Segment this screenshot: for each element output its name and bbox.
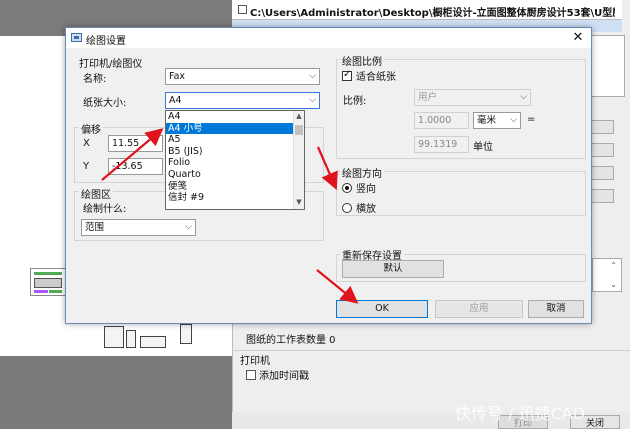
plot-what-label: 绘制什么: <box>83 204 127 215</box>
scroll-down-icon[interactable]: ▼ <box>294 198 304 208</box>
printer-name-label: 名称: <box>83 74 107 85</box>
paper-size-label: 纸张大小: <box>83 98 127 109</box>
dialog-title: 绘图设置 <box>86 36 126 47</box>
printer-group-label: 打印机/绘图仪 <box>79 59 143 70</box>
paper-option-selected[interactable]: A4 小号 <box>166 122 304 135</box>
unit-value: 毫米 <box>477 115 497 126</box>
side-button[interactable] <box>590 120 614 134</box>
checkbox-checked-icon[interactable] <box>342 69 352 81</box>
chevron-down-icon: ⌵ <box>510 115 517 125</box>
paper-size-value: A4 <box>169 95 182 106</box>
dropdown-scrollbar[interactable]: ▲ ▼ <box>293 111 304 209</box>
printer-group-label: 打印机 <box>240 356 270 367</box>
close-icon[interactable]: ✕ <box>571 30 585 46</box>
paper-option[interactable]: Quarto <box>166 169 304 181</box>
printer-name-value: Fax <box>169 71 186 82</box>
landscape-radio[interactable]: 横放 <box>342 200 376 215</box>
paper-option[interactable]: A4 <box>166 111 304 123</box>
timestamp-checkbox[interactable]: 添加时间戳 <box>246 367 309 382</box>
file-path: C:\Users\Administrator\Desktop\橱柜设计-立面图整… <box>250 8 615 19</box>
printer-name-select[interactable]: Fax ⌵ <box>165 68 320 85</box>
offset-group-label: 偏移 <box>79 121 103 136</box>
paper-option[interactable]: 便笺 <box>166 181 304 193</box>
drawing-thumbnail-row <box>96 322 206 352</box>
scroll-thumb[interactable] <box>295 125 303 135</box>
portrait-label: 竖向 <box>356 184 376 195</box>
offset-x-label: X <box>83 138 90 149</box>
worksheet-count: 图纸的工作表数量 0 <box>246 335 336 346</box>
paper-option[interactable]: A5 <box>166 134 304 146</box>
radio-unselected-icon[interactable] <box>342 202 352 213</box>
offset-y-input[interactable]: -13.65 <box>108 158 163 175</box>
offset-y-label: Y <box>83 161 90 172</box>
side-button[interactable] <box>590 189 614 203</box>
portrait-radio[interactable]: 竖向 <box>342 180 376 195</box>
plot-settings-dialog: 绘图设置 ✕ 打印机/绘图仪 名称: Fax ⌵ 纸张大小: A4 ⌵ 偏移 X… <box>65 27 592 324</box>
drawing-thumbnail <box>30 268 66 296</box>
apply-button[interactable]: 应用 <box>435 300 523 318</box>
orientation-group-label: 绘图方向 <box>340 165 384 180</box>
default-button[interactable]: 默认 <box>342 260 444 278</box>
ratio-label: 比例: <box>343 96 367 107</box>
spin-down-icon[interactable]: ⌄ <box>610 280 617 289</box>
dialog-titlebar[interactable]: 绘图设置 ✕ <box>66 28 591 48</box>
paper-option[interactable]: Folio <box>166 157 304 169</box>
spin-up-icon[interactable]: ⌃ <box>610 261 617 270</box>
side-button[interactable] <box>590 143 614 157</box>
file-checkbox[interactable] <box>238 5 247 14</box>
plot-area-group-label: 绘图区 <box>79 186 113 201</box>
side-spinner[interactable]: ⌃ ⌄ <box>592 258 622 292</box>
drawing-units-input[interactable]: 99.1319 <box>414 136 469 153</box>
fit-to-paper-checkbox[interactable]: 适合纸张 <box>342 68 396 83</box>
plot-what-select[interactable]: 范围 ⌵ <box>81 219 196 236</box>
offset-x-input[interactable]: 11.55 <box>108 135 163 152</box>
chevron-down-icon: ⌵ <box>520 92 527 102</box>
window-icon <box>71 33 82 42</box>
plot-scale-group-label: 绘图比例 <box>340 53 384 68</box>
chevron-down-icon: ⌵ <box>309 71 316 81</box>
paper-size-dropdown-list[interactable]: A4 A4 小号 A5 B5 (JIS) Folio Quarto 便笺 信封 … <box>165 110 305 210</box>
scale-value-input[interactable]: 1.0000 <box>414 112 469 129</box>
fit-to-paper-label: 适合纸张 <box>356 72 396 83</box>
plot-what-value: 范围 <box>85 222 105 233</box>
divider <box>232 350 630 351</box>
ok-button[interactable]: OK <box>336 300 428 318</box>
equals-sign: = <box>527 114 536 125</box>
watermark: 快传号 / 迅捷CAD <box>455 404 586 423</box>
ratio-select[interactable]: 用户 ⌵ <box>414 89 531 106</box>
chevron-down-icon: ⌵ <box>309 95 316 105</box>
landscape-label: 横放 <box>356 204 376 215</box>
scroll-up-icon[interactable]: ▲ <box>294 112 304 122</box>
ratio-value: 用户 <box>418 92 438 103</box>
unit-select[interactable]: 毫米 ⌵ <box>473 112 521 129</box>
cancel-button[interactable]: 取消 <box>528 300 584 318</box>
side-button[interactable] <box>590 166 614 180</box>
canvas-bottom-strip <box>0 356 232 429</box>
checkbox-icon[interactable] <box>246 369 256 380</box>
radio-selected-icon[interactable] <box>342 182 352 193</box>
paper-option[interactable]: B5 (JIS) <box>166 146 304 158</box>
paper-size-select[interactable]: A4 ⌵ <box>165 92 320 109</box>
units-label: 单位 <box>473 142 493 153</box>
paper-option[interactable]: 信封 #9 <box>166 192 304 204</box>
timestamp-label: 添加时间戳 <box>259 371 309 382</box>
chevron-down-icon: ⌵ <box>185 222 192 232</box>
